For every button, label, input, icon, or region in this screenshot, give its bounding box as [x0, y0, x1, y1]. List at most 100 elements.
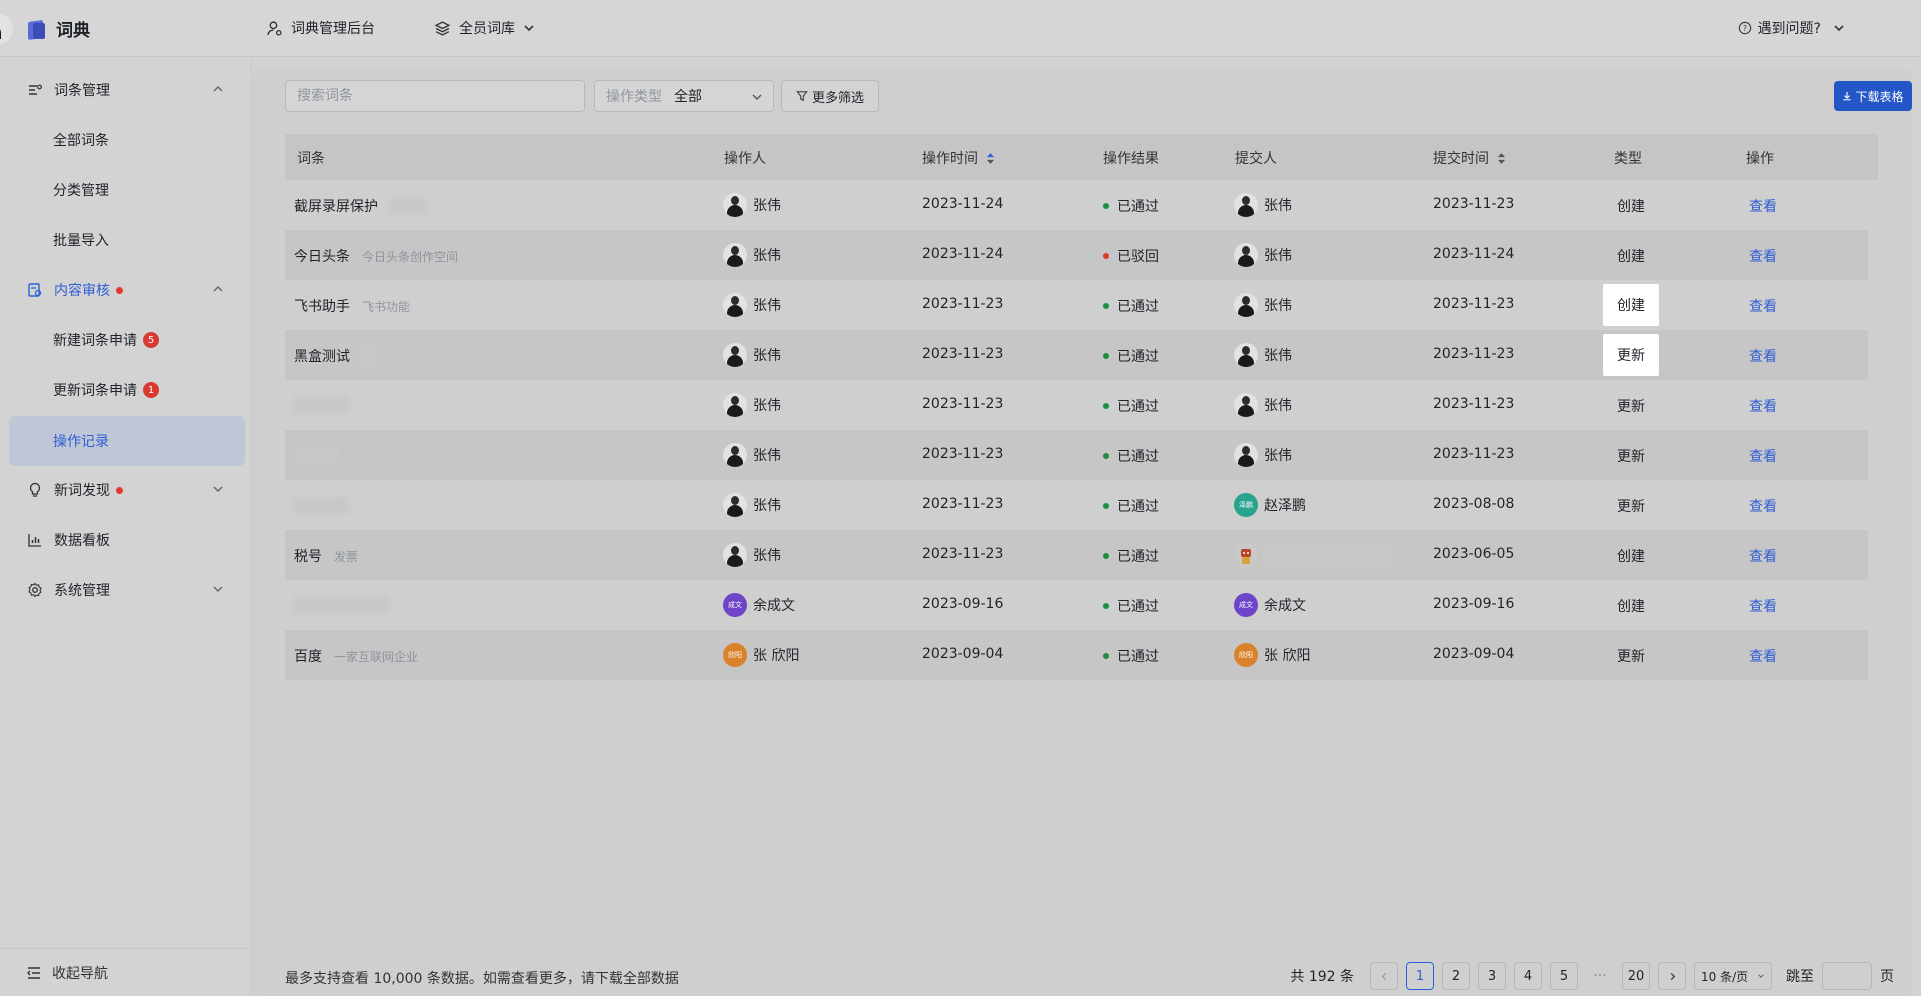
sidebar-item-categories[interactable]: 分类管理 [9, 166, 245, 214]
operation-log-panel: 操作类型 全部 更多筛选 下载表格 词条 操作人 操作时间 操作结果 提交人 提… [252, 69, 1912, 996]
operation-time: 2023-11-24 [922, 246, 1004, 262]
page-button[interactable]: 2 [1442, 962, 1470, 990]
sidebar-item-all-entries[interactable]: 全部词条 [9, 116, 245, 164]
sidebar-group-system[interactable]: 系统管理 [0, 568, 252, 612]
page-size-value: 10 条/页 [1701, 969, 1749, 984]
operation-time: 2023-11-23 [922, 496, 1004, 512]
view-link[interactable]: 查看 [1749, 546, 1777, 566]
column-header-submit-time[interactable]: 提交时间 [1433, 148, 1506, 168]
view-link[interactable]: 查看 [1749, 246, 1777, 266]
sidebar-group-dashboard[interactable]: 数据看板 [0, 518, 252, 562]
result-text: 已通过 [1117, 499, 1159, 515]
cell-submitter: 欣阳张 欣阳 [1234, 643, 1310, 667]
cell-action: 查看 [1749, 296, 1777, 316]
view-link[interactable]: 查看 [1749, 196, 1777, 216]
status-dot [1103, 503, 1109, 509]
more-filters-button[interactable]: 更多筛选 [781, 80, 879, 112]
table-row: 张伟 2023-11-23 已通过 张伟 2023-11-23 更新 查看 [285, 380, 1868, 430]
sidebar-item-label: 操作记录 [53, 434, 109, 450]
page-button[interactable]: 20 [1622, 962, 1650, 990]
page-button[interactable]: 5 [1550, 962, 1578, 990]
help-menu[interactable]: ? 遇到问题? [1738, 18, 1845, 38]
page-button[interactable]: 1 [1406, 962, 1434, 990]
column-header-operation-time[interactable]: 操作时间 [922, 148, 995, 168]
sidebar-group-label: 系统管理 [54, 583, 110, 599]
sidebar-item-label: 更新词条申请 [53, 383, 137, 399]
main-content: 操作类型 全部 更多筛选 下载表格 词条 操作人 操作时间 操作结果 提交人 提… [252, 57, 1921, 996]
library-switcher[interactable]: 全员词库 [434, 18, 535, 38]
sidebar-item-update-entry-requests[interactable]: 更新词条申请 1 [9, 366, 245, 414]
next-page-button[interactable] [1658, 962, 1686, 990]
view-link[interactable]: 查看 [1749, 346, 1777, 366]
view-link[interactable]: 查看 [1749, 646, 1777, 666]
view-link[interactable]: 查看 [1749, 496, 1777, 516]
nav-admin-console[interactable]: 词典管理后台 [266, 18, 375, 38]
sidebar-group-new-word-discovery[interactable]: 新词发现 [0, 468, 252, 512]
chevron-left-icon [1381, 972, 1386, 980]
sidebar-group-entries[interactable]: 词条管理 [0, 68, 252, 112]
sidebar-item-operation-log[interactable]: 操作记录 [9, 416, 245, 466]
submit-time: 2023-06-05 [1433, 546, 1515, 562]
operator-name: 张伟 [753, 298, 781, 314]
table-row: 今日头条 今日头条创作空间 张伟 2023-11-24 已驳回 张伟 2023-11-24 创… [285, 230, 1868, 280]
cell-submitter: 成文 余成文 [1234, 593, 1306, 617]
page-button[interactable]: 3 [1478, 962, 1506, 990]
cell-type: 更新 [1617, 446, 1645, 466]
download-table-label: 下载表格 [1855, 89, 1904, 104]
sidebar-item-bulk-import[interactable]: 批量导入 [9, 216, 245, 264]
cell-type: 创建 [1603, 284, 1659, 326]
cell-submitter: 张伟 [1234, 293, 1292, 317]
cell-submitter: 张伟 [1234, 443, 1292, 467]
cell-submit-time: 2023-06-05 [1433, 546, 1514, 562]
avatar: 成文 [723, 593, 747, 617]
submitter-name: 张伟 [1264, 198, 1292, 214]
type-text: 创建 [1617, 199, 1645, 215]
cell-submit-time: 2023-11-23 [1433, 396, 1514, 412]
search-input[interactable] [285, 80, 585, 112]
word-text: 百度 [294, 649, 322, 665]
view-link[interactable]: 查看 [1749, 296, 1777, 316]
avatar: 成文 [1234, 593, 1258, 617]
column-header-label: 操作时间 [922, 151, 978, 167]
view-link[interactable]: 查看 [1749, 446, 1777, 466]
operation-type-select[interactable]: 操作类型 全部 [594, 80, 774, 112]
table-row: 张伟 2023-11-23 已通过 张伟 2023-11-23 更新 查看 [285, 430, 1868, 480]
page-size-select[interactable]: 10 条/页 [1694, 962, 1772, 990]
sidebar-group-content-review[interactable]: 内容审核 [0, 268, 252, 312]
cell-operation-time: 2023-11-23 [922, 396, 1003, 412]
submit-time: 2023-09-16 [1433, 596, 1515, 612]
more-filters-label: 更多筛选 [811, 90, 864, 106]
cell-submit-time: 2023-09-04 [1433, 646, 1514, 662]
table-row: 成文 余成文 2023-09-16 已通过 成文 余成文 2023-09-16 创建 查看 [285, 580, 1868, 630]
cell-submitter: 张伟 [1234, 343, 1292, 367]
status-dot [1103, 303, 1109, 309]
user-avatar[interactable] [0, 13, 13, 45]
operation-type-label: 操作类型 [606, 89, 662, 105]
sidebar-item-new-entry-requests[interactable]: 新建词条申请 5 [9, 316, 245, 364]
cell-operation-time: 2023-11-23 [922, 346, 1003, 362]
page-button[interactable]: 4 [1514, 962, 1542, 990]
page-ellipsis[interactable]: ··· [1586, 968, 1614, 984]
prev-page-button[interactable] [1370, 962, 1398, 990]
submit-time: 2023-11-23 [1433, 396, 1515, 412]
download-table-button[interactable]: 下载表格 [1834, 81, 1912, 111]
type-text: 更新 [1617, 499, 1645, 515]
jump-page-input[interactable] [1822, 962, 1872, 990]
operator-name: 余成文 [753, 598, 795, 614]
sort-icon[interactable] [1497, 152, 1506, 165]
submit-time: 2023-11-23 [1433, 296, 1515, 312]
redacted-text [294, 496, 349, 514]
view-link[interactable]: 查看 [1749, 396, 1777, 416]
view-link[interactable]: 查看 [1749, 596, 1777, 616]
app-logo[interactable]: 词典 [26, 16, 90, 41]
total-count: 共 192 条 [1290, 969, 1354, 985]
word-description: 一家互联网企业 [334, 649, 419, 664]
sort-icon[interactable] [986, 152, 995, 165]
type-text: 创建 [1617, 298, 1645, 314]
cell-operator: 张伟 [723, 243, 781, 267]
table-row: 税号 发票 张伟 2023-11-23 已通过 2023-06-05 创建 查看 [285, 530, 1868, 580]
cell-action: 查看 [1749, 196, 1777, 216]
chevron-down-icon [524, 25, 534, 32]
cell-action: 查看 [1749, 496, 1777, 516]
collapse-nav-button[interactable]: 收起导航 [0, 948, 252, 996]
